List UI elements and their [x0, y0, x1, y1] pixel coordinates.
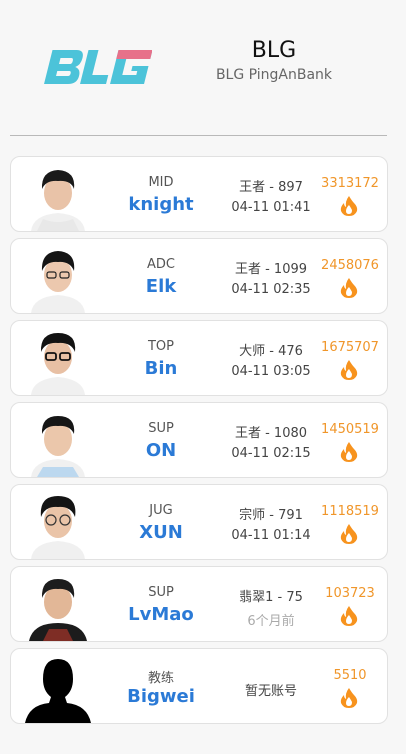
player-name[interactable]: Elk	[111, 276, 211, 297]
team-name: BLG	[251, 38, 297, 63]
team-logo	[40, 44, 153, 90]
player-role: SUP	[148, 421, 174, 436]
player-card[interactable]: SUP ON 王者 - 1080 04-11 02:15 1450519	[10, 402, 388, 478]
fire-icon	[339, 605, 359, 627]
player-role: JUG	[149, 503, 173, 518]
player-score: 1450519	[321, 422, 379, 437]
player-name[interactable]: knight	[111, 194, 211, 215]
last-game-time: 04-11 02:15	[231, 446, 311, 461]
player-name[interactable]: XUN	[111, 522, 211, 543]
player-photo-icon	[23, 161, 93, 231]
player-role: MID	[148, 175, 174, 190]
player-photo-icon	[23, 489, 93, 559]
last-game-time: 6个月前	[247, 614, 295, 629]
player-role: 教练	[147, 671, 174, 686]
player-score: 5510	[333, 668, 367, 683]
last-game-time: 04-11 01:41	[231, 200, 311, 215]
player-photo-icon	[23, 407, 93, 477]
player-rank: 王者 - 897	[239, 180, 303, 195]
player-rank: 翡翠1 - 75	[239, 590, 303, 605]
silhouette-icon	[23, 653, 93, 723]
fire-icon	[339, 195, 359, 217]
player-rank: 宗师 - 791	[239, 508, 303, 523]
player-rank: 王者 - 1080	[234, 426, 308, 441]
player-card[interactable]: MID knight 王者 - 897 04-11 01:41 3313172	[10, 156, 388, 232]
player-name[interactable]: Bigwei	[111, 686, 211, 707]
player-role: TOP	[147, 339, 174, 354]
last-game-time: 04-11 01:14	[231, 528, 311, 543]
player-score: 2458076	[321, 258, 379, 273]
player-photo-icon	[23, 243, 93, 313]
blg-logo-icon	[44, 50, 153, 84]
player-card[interactable]: JUG XUN 宗师 - 791 04-11 01:14 1118519	[10, 484, 388, 560]
player-role: ADC	[147, 257, 175, 272]
player-name[interactable]: ON	[111, 440, 211, 461]
player-card[interactable]: 教练 Bigwei 暂无账号 5510	[10, 648, 388, 724]
last-game-time: 04-11 03:05	[231, 364, 311, 379]
player-photo-icon	[23, 571, 93, 641]
fire-icon	[339, 441, 359, 463]
player-role: SUP	[148, 585, 174, 600]
team-full-name: BLG PingAnBank	[215, 67, 333, 83]
player-photo-icon	[23, 325, 93, 395]
player-score: 103723	[325, 586, 375, 601]
last-game-time: 04-11 02:35	[231, 282, 311, 297]
player-rank: 暂无账号	[244, 684, 297, 699]
fire-icon	[339, 359, 359, 381]
player-rank: 大师 - 476	[239, 344, 303, 359]
fire-icon	[339, 523, 359, 545]
player-list: MID knight 王者 - 897 04-11 01:41 3313172 …	[10, 156, 388, 730]
player-card[interactable]: TOP Bin 大师 - 476 04-11 03:05 1675707	[10, 320, 388, 396]
fire-icon	[339, 687, 359, 709]
player-name[interactable]: Bin	[111, 358, 211, 379]
player-card[interactable]: SUP LvMao 翡翠1 - 75 6个月前 103723	[10, 566, 388, 642]
player-score: 1675707	[321, 340, 379, 355]
fire-icon	[339, 277, 359, 299]
header-divider	[10, 135, 387, 136]
player-name[interactable]: LvMao	[111, 604, 211, 625]
player-rank: 王者 - 1099	[234, 262, 308, 277]
player-card[interactable]: ADC Elk 王者 - 1099 04-11 02:35 2458076	[10, 238, 388, 314]
player-score: 1118519	[321, 504, 379, 519]
team-header: BLG BLG PingAnBank	[0, 0, 406, 136]
player-score: 3313172	[321, 176, 379, 191]
